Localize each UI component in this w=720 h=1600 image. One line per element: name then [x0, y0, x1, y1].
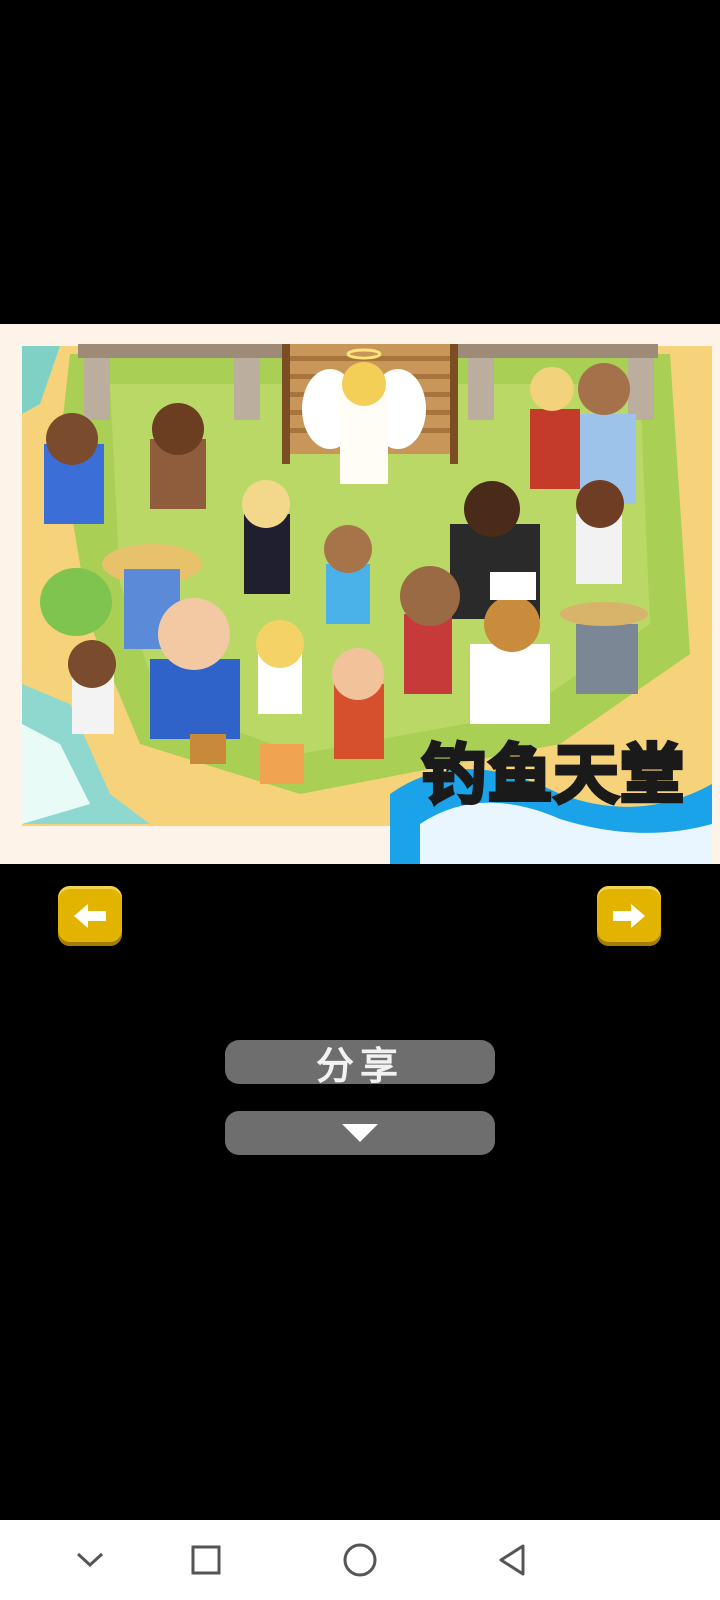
- system-nav-bar: [0, 1520, 720, 1600]
- game-logo-title: 钓鱼天堂: [420, 737, 686, 815]
- next-button[interactable]: [597, 886, 661, 946]
- arrow-left-icon: [74, 904, 106, 928]
- expand-button[interactable]: [225, 1111, 495, 1155]
- square-recents-icon[interactable]: [184, 1538, 228, 1582]
- game-artwork: 钓鱼天堂: [0, 324, 720, 864]
- triangle-back-icon[interactable]: [490, 1538, 534, 1582]
- arrow-right-icon: [613, 904, 645, 928]
- share-button-label: 分享: [315, 1043, 404, 1088]
- app-screen: 钓鱼天堂 分享: [0, 0, 720, 1600]
- prev-button[interactable]: [58, 886, 122, 946]
- chevron-down-icon[interactable]: [68, 1538, 112, 1582]
- triangle-down-icon: [342, 1124, 378, 1142]
- share-button[interactable]: 分享: [225, 1040, 495, 1088]
- circle-home-icon[interactable]: [338, 1538, 382, 1582]
